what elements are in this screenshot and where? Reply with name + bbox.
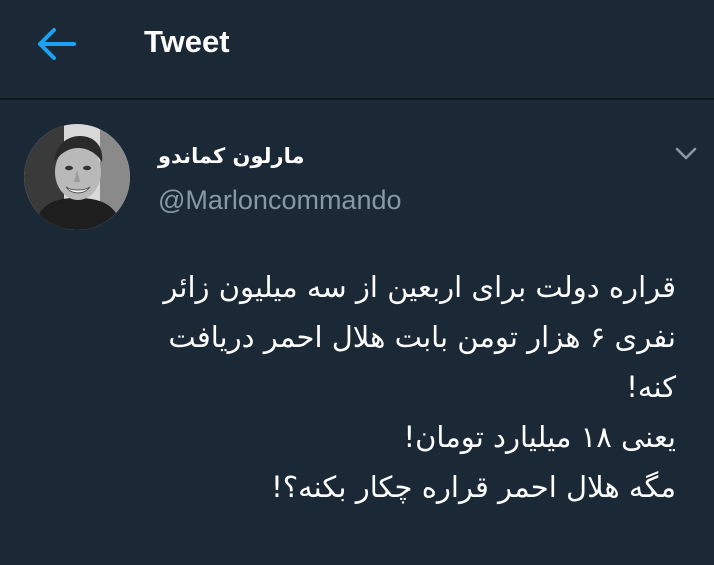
- tweet-menu-button[interactable]: [672, 142, 700, 164]
- tweet-text: قراره دولت برای اربعین از سه میلیون زائر…: [26, 262, 676, 512]
- page-title: Tweet: [144, 24, 230, 59]
- arrow-left-icon: [38, 28, 76, 60]
- tweet-text-line: قراره دولت برای اربعین از سه میلیون زائر: [163, 270, 676, 304]
- display-name[interactable]: مارلون کماندو: [158, 140, 338, 172]
- tweet-text-line: یعنی ۱۸ میلیارد تومان!: [403, 420, 676, 454]
- avatar[interactable]: [24, 124, 130, 230]
- username[interactable]: @Marloncommando: [158, 182, 402, 218]
- tweet-text-line: نفری ۶ هزار تومن بابت هلال احمر دریافت: [168, 320, 676, 354]
- profile-photo: [24, 124, 130, 230]
- top-bar: Tweet: [0, 0, 714, 100]
- back-button[interactable]: [26, 22, 86, 66]
- tweet-text-line: مگه هلال احمر قراره چکار بکنه؟!: [271, 470, 676, 504]
- chevron-down-icon: [675, 147, 697, 160]
- tweet-text-line: کنه!: [626, 370, 676, 404]
